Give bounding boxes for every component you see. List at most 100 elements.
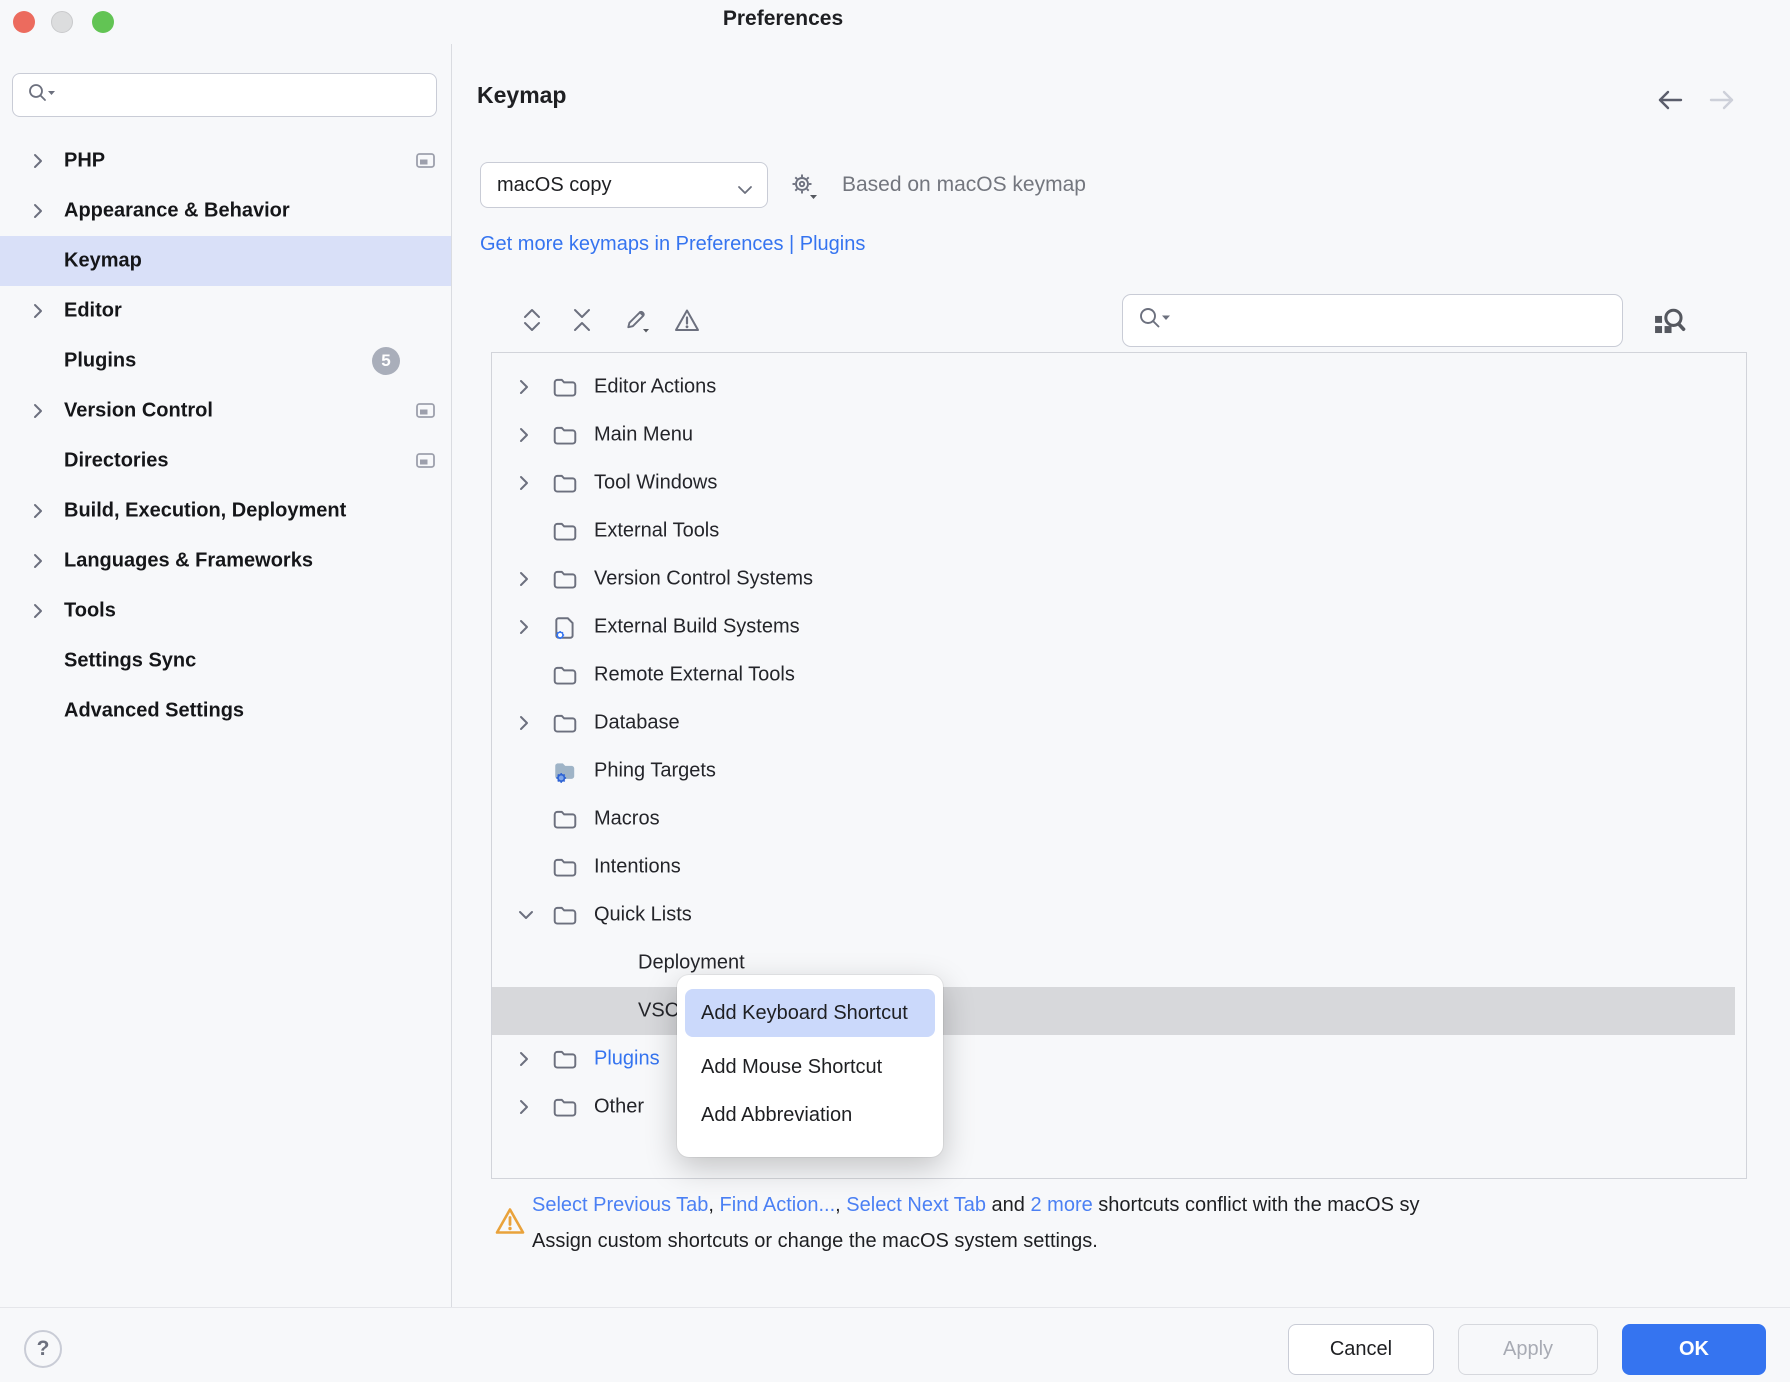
tree-item-version-control-systems[interactable]: Version Control Systems (492, 555, 1735, 603)
apply-button[interactable]: Apply (1458, 1324, 1598, 1375)
tree-item-label: Tool Windows (594, 472, 717, 495)
sidebar-item-label: Build, Execution, Deployment (64, 500, 346, 523)
forward-arrow-icon[interactable] (1704, 86, 1740, 119)
sidebar-item-editor[interactable]: Editor (0, 286, 451, 336)
warning-text: , (835, 1194, 846, 1216)
menu-item-add-abbreviation[interactable]: Add Abbreviation (685, 1091, 935, 1139)
preferences-window: Preferences PHP Appearance & Behavior Ke… (0, 0, 1790, 1382)
get-more-keymaps-link[interactable]: Get more keymaps in Preferences | Plugin… (480, 233, 865, 256)
tree-item-remote-external-tools[interactable]: Remote External Tools (492, 651, 1735, 699)
shortcut-search-input[interactable] (1122, 294, 1623, 347)
tree-item-tool-windows[interactable]: Tool Windows (492, 459, 1735, 507)
folder-icon (552, 519, 578, 545)
sidebar-item-label: Keymap (64, 250, 142, 273)
show-conflicts-warning-icon[interactable] (672, 306, 700, 334)
tree-item-label: External Build Systems (594, 616, 800, 639)
minimize-button[interactable] (51, 11, 73, 33)
keymap-select[interactable]: macOS copy (480, 162, 768, 208)
chevron-right-icon[interactable] (516, 473, 532, 498)
sidebar-item-settings-sync[interactable]: Settings Sync (0, 636, 451, 686)
based-on-keymap-label: Based on macOS keymap (842, 173, 1086, 197)
sidebar-item-directories[interactable]: Directories (0, 436, 451, 486)
chevron-right-icon[interactable] (516, 425, 532, 450)
tree-item-database[interactable]: Database (492, 699, 1735, 747)
tree-item-phing-targets[interactable]: Phing Targets (492, 747, 1735, 795)
folder-icon (552, 1095, 578, 1121)
folder-icon (552, 423, 578, 449)
tree-item-label: Deployment (638, 952, 745, 975)
chevron-right-icon (30, 151, 46, 176)
plugins-count-badge: 5 (372, 347, 400, 375)
context-menu: Add Keyboard Shortcut Add Mouse Shortcut… (677, 975, 943, 1157)
sidebar-item-version-control[interactable]: Version Control (0, 386, 451, 436)
tree-item-label: Macros (594, 808, 660, 831)
keymap-gear-menu-icon[interactable] (788, 170, 822, 202)
tree-item-quick-lists[interactable]: Quick Lists (492, 891, 1735, 939)
sidebar-item-appearance-behavior[interactable]: Appearance & Behavior (0, 186, 451, 236)
help-button[interactable]: ? (24, 1330, 62, 1368)
tree-item-label: Editor Actions (594, 376, 716, 399)
tree-item-intentions[interactable]: Intentions (492, 843, 1735, 891)
chevron-right-icon[interactable] (516, 713, 532, 738)
conflict-warning-line1: Select Previous Tab, Find Action..., Sel… (532, 1194, 1790, 1217)
sidebar-item-php[interactable]: PHP (0, 136, 451, 186)
tree-item-label: External Tools (594, 520, 719, 543)
menu-item-add-keyboard-shortcut[interactable]: Add Keyboard Shortcut (685, 989, 935, 1037)
conflict-link-find-action[interactable]: Find Action... (720, 1194, 836, 1216)
cancel-button[interactable]: Cancel (1288, 1324, 1434, 1375)
keymap-select-value: macOS copy (497, 174, 611, 197)
expand-all-icon[interactable] (518, 306, 546, 334)
sidebar-item-tools[interactable]: Tools (0, 586, 451, 636)
footer-divider (0, 1307, 1790, 1308)
sidebar-item-build-execution-deployment[interactable]: Build, Execution, Deployment (0, 486, 451, 536)
tree-item-label: Intentions (594, 856, 681, 879)
sidebar-item-label: Editor (64, 300, 122, 323)
tree-item-macros[interactable]: Macros (492, 795, 1735, 843)
chevron-right-icon[interactable] (516, 377, 532, 402)
settings-search-input[interactable] (12, 73, 437, 117)
edit-shortcut-icon[interactable] (622, 306, 650, 334)
page-title: Keymap (477, 82, 566, 109)
chevron-down-icon (737, 182, 753, 200)
chevron-down-icon[interactable] (516, 905, 536, 930)
sidebar-item-advanced-settings[interactable]: Advanced Settings (0, 686, 451, 736)
chevron-right-icon[interactable] (516, 617, 532, 642)
sidebar-item-label: Version Control (64, 400, 213, 423)
menu-item-add-mouse-shortcut[interactable]: Add Mouse Shortcut (685, 1043, 935, 1091)
chevron-right-icon[interactable] (516, 1049, 532, 1074)
collapse-all-icon[interactable] (568, 306, 596, 334)
tree-item-external-tools[interactable]: External Tools (492, 507, 1735, 555)
conflict-link-2-more[interactable]: 2 more (1030, 1194, 1092, 1216)
conflict-warning-line2: Assign custom shortcuts or change the ma… (532, 1230, 1790, 1253)
close-button[interactable] (13, 11, 35, 33)
ok-button[interactable]: OK (1622, 1324, 1766, 1375)
tree-item-label: Remote External Tools (594, 664, 795, 687)
tree-item-label: Main Menu (594, 424, 693, 447)
sidebar-item-label: Advanced Settings (64, 700, 244, 723)
tree-item-editor-actions[interactable]: Editor Actions (492, 363, 1735, 411)
chevron-right-icon (30, 601, 46, 626)
tree-item-main-menu[interactable]: Main Menu (492, 411, 1735, 459)
monitor-icon (415, 451, 437, 476)
chevron-right-icon (30, 201, 46, 226)
search-icon (1136, 304, 1176, 337)
chevron-right-icon[interactable] (516, 1097, 532, 1122)
monitor-icon (415, 401, 437, 426)
find-actions-by-shortcut-icon[interactable] (1650, 302, 1688, 340)
conflict-link-select-previous-tab[interactable]: Select Previous Tab (532, 1194, 708, 1216)
folder-icon (552, 903, 578, 929)
tree-item-external-build-systems[interactable]: External Build Systems (492, 603, 1735, 651)
sidebar-item-plugins[interactable]: Plugins 5 (0, 336, 451, 386)
search-icon (26, 81, 60, 110)
tree-item-label: Phing Targets (594, 760, 716, 783)
chevron-right-icon[interactable] (516, 569, 532, 594)
back-arrow-icon[interactable] (1652, 86, 1688, 119)
sidebar-item-keymap[interactable]: Keymap (0, 236, 451, 286)
maximize-button[interactable] (92, 11, 114, 33)
sidebar-item-languages-frameworks[interactable]: Languages & Frameworks (0, 536, 451, 586)
conflict-link-select-next-tab[interactable]: Select Next Tab (846, 1194, 986, 1216)
tree-item-label: Version Control Systems (594, 568, 813, 591)
tree-item-label: Plugins (594, 1048, 660, 1071)
warning-text: and (986, 1194, 1030, 1216)
folder-icon (552, 855, 578, 881)
